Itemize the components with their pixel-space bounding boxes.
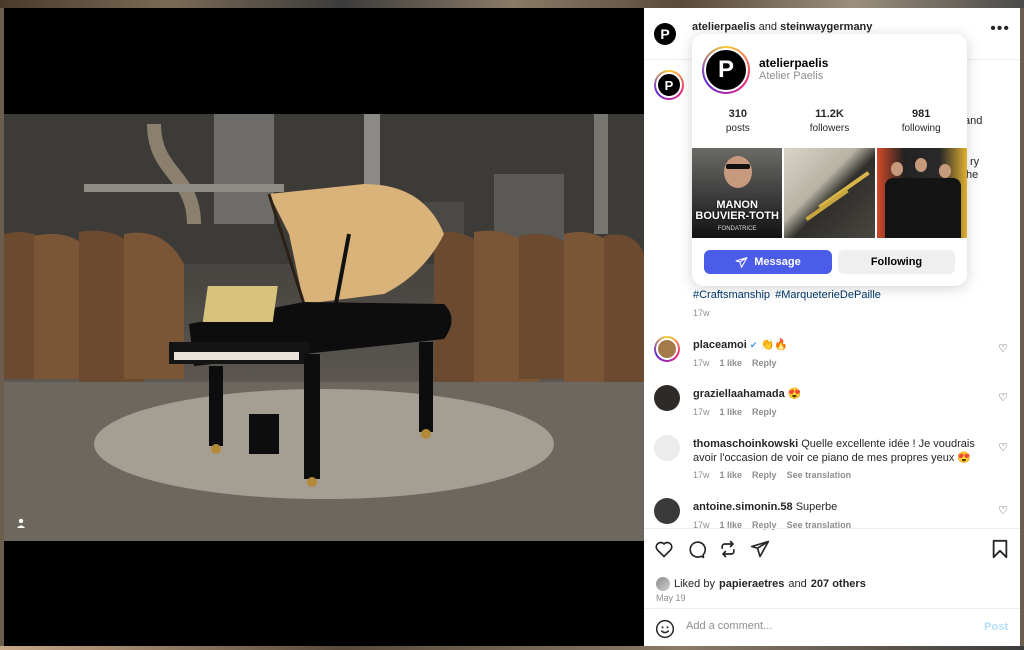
- stat-posts: 310 posts: [725, 108, 750, 134]
- share-icon[interactable]: [750, 539, 770, 559]
- comment-avatar[interactable]: [654, 498, 680, 524]
- repost-icon[interactable]: [718, 539, 738, 559]
- post-side-panel: P atelierpaelis and steinwaygermany ••• …: [644, 8, 1020, 646]
- comment-avatar[interactable]: [654, 336, 680, 362]
- comment-time[interactable]: 17w: [693, 470, 710, 480]
- profile-thumbnail[interactable]: [876, 148, 967, 238]
- likes-summary: Liked by papieraetres and 207 others: [656, 577, 866, 591]
- comment-icon[interactable]: [686, 539, 706, 559]
- caption-avatar[interactable]: P: [654, 70, 684, 100]
- comment-meta: 17w 1 like Reply See translation: [693, 470, 851, 480]
- bookmark-icon[interactable]: [990, 539, 1010, 559]
- likes-prefix: Liked by: [674, 578, 715, 590]
- see-translation-button[interactable]: See translation: [787, 470, 852, 480]
- comment-heart-icon[interactable]: ♡: [998, 441, 1008, 454]
- comment-username[interactable]: placeamoi: [693, 339, 747, 351]
- comment-likes[interactable]: 1 like: [720, 470, 743, 480]
- profile-thumbnail[interactable]: MANON BOUVIER-TOTH FONDATRICE: [692, 148, 783, 238]
- piano-photo-illustration: [4, 114, 644, 541]
- comment-heart-icon[interactable]: ♡: [998, 504, 1008, 517]
- profile-card-avatar[interactable]: P: [702, 46, 750, 94]
- more-icon[interactable]: •••: [990, 21, 1010, 37]
- comment-time[interactable]: 17w: [693, 358, 710, 368]
- author-link[interactable]: atelierpaelis: [692, 21, 756, 33]
- post-header-title: atelierpaelis and steinwaygermany: [692, 21, 872, 33]
- thumbnail-subtitle: FONDATRICE: [717, 226, 757, 232]
- background-strip: [0, 0, 1024, 8]
- comment-body: 😍: [787, 388, 802, 400]
- thumbnail-title: MANON BOUVIER-TOTH: [695, 199, 779, 222]
- following-button[interactable]: Following: [838, 250, 955, 274]
- comment-text: graziellaahamada 😍: [693, 387, 993, 401]
- author-avatar[interactable]: P: [654, 22, 676, 45]
- comment-username[interactable]: graziellaahamada: [693, 388, 785, 400]
- hashtag-link[interactable]: #Craftsmanship: [693, 289, 770, 301]
- comment-time[interactable]: 17w: [693, 407, 710, 417]
- caption-fragment: he: [966, 169, 979, 181]
- caption-time[interactable]: 17w: [693, 308, 710, 318]
- reply-button[interactable]: Reply: [752, 407, 777, 417]
- reply-button[interactable]: Reply: [752, 470, 777, 480]
- caption-fragment: ry: [970, 156, 980, 168]
- comment-avatar[interactable]: [654, 435, 680, 461]
- profile-thumbnail[interactable]: [784, 148, 875, 238]
- caption-hashtags: #Craftsmanship #MarqueterieDePaille: [693, 289, 883, 301]
- liker-username[interactable]: papieraetres: [719, 578, 784, 590]
- likes-others[interactable]: 207 others: [811, 578, 866, 590]
- comment-meta: 17w 1 like Reply: [693, 407, 777, 417]
- heart-icon[interactable]: [654, 539, 674, 559]
- post-comment-button[interactable]: Post: [984, 621, 1008, 633]
- emoji-icon[interactable]: [655, 619, 675, 639]
- comment-likes[interactable]: 1 like: [720, 407, 743, 417]
- comment-likes[interactable]: 1 like: [720, 358, 743, 368]
- header-joiner: and: [758, 21, 778, 33]
- comment-text: thomaschoinkowski Quelle excellente idée…: [693, 437, 993, 465]
- likes-joiner: and: [788, 578, 807, 590]
- verified-icon: ✔: [749, 340, 758, 350]
- stat-followers[interactable]: 11.2K followers: [784, 108, 876, 134]
- comment-body: Superbe: [795, 501, 838, 513]
- background-strip-bottom: [0, 646, 1024, 650]
- post-actions: Liked by papieraetres and 207 others May…: [644, 528, 1020, 618]
- profile-stats: 310 posts 11.2K followers 981 following: [692, 108, 967, 134]
- profile-card-username[interactable]: atelierpaelis: [759, 56, 828, 70]
- reply-button[interactable]: Reply: [752, 358, 777, 368]
- comment-text: placeamoi ✔ 👏🔥: [693, 338, 993, 352]
- profile-thumbnails: MANON BOUVIER-TOTH FONDATRICE: [692, 148, 967, 238]
- add-comment-bar: Post: [644, 608, 1020, 646]
- send-icon: [735, 256, 748, 268]
- post-media[interactable]: [4, 8, 644, 646]
- user-tag-icon[interactable]: [16, 518, 32, 534]
- collaborator-link[interactable]: steinwaygermany: [780, 21, 872, 33]
- message-label: Message: [754, 256, 801, 268]
- comment-username[interactable]: thomaschoinkowski: [693, 438, 798, 450]
- post-modal: P atelierpaelis and steinwaygermany ••• …: [4, 8, 1020, 646]
- comment-body: 👏🔥: [760, 339, 788, 351]
- comment-heart-icon[interactable]: ♡: [998, 391, 1008, 404]
- comment-meta: 17w 1 like Reply: [693, 358, 777, 368]
- comment-input[interactable]: [686, 620, 966, 632]
- comment-username[interactable]: antoine.simonin.58: [693, 501, 793, 513]
- hashtag-link[interactable]: #MarqueterieDePaille: [775, 289, 881, 301]
- profile-card-fullname: Atelier Paelis: [759, 70, 824, 82]
- post-date: May 19: [656, 593, 686, 603]
- stat-following[interactable]: 981 following: [875, 108, 967, 134]
- message-button[interactable]: Message: [704, 250, 832, 274]
- liker-avatar[interactable]: [656, 577, 670, 591]
- comment-heart-icon[interactable]: ♡: [998, 342, 1008, 355]
- comment-avatar[interactable]: [654, 385, 680, 411]
- profile-hover-card: P atelierpaelis Atelier Paelis 310 posts …: [692, 34, 967, 286]
- post-photo[interactable]: [4, 114, 644, 541]
- comment-text: antoine.simonin.58 Superbe: [693, 500, 993, 514]
